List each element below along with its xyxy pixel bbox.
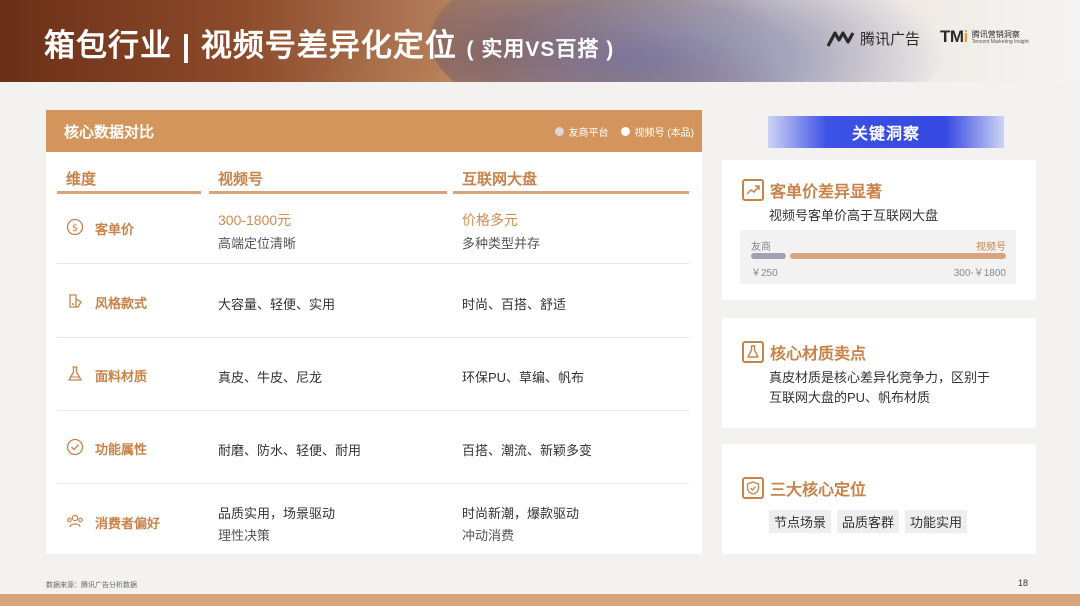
legend-item-competitor: 友商平台 bbox=[554, 124, 609, 139]
data-source-note: 数据来源：腾讯广告分析数据 bbox=[46, 582, 137, 589]
tmi-logo: TMi 腾讯营销洞察 Tencent Marketing Insight bbox=[940, 27, 1029, 46]
page-number: 18 bbox=[1018, 578, 1029, 588]
insight-text: 真皮材质是核心差异化竞争力，区别于 互联网大盘的PU、帆布材质 bbox=[769, 370, 991, 405]
comparison-card-header: 核心数据对比 友商平台 视频号 (本品) bbox=[46, 110, 702, 152]
users-icon bbox=[67, 514, 83, 528]
dollar-icon: $ bbox=[66, 218, 84, 236]
legend-item-video: 视频号 (本品) bbox=[620, 124, 694, 139]
insight-card-price: 客单价差异显著 视频号客单价高于互联网大盘 友商 视频号 ￥250 300-￥1… bbox=[722, 160, 1036, 300]
trend-up-icon bbox=[742, 179, 764, 201]
tag: 品质客群 bbox=[837, 510, 900, 533]
insight-text: 视频号客单价高于互联网大盘 bbox=[769, 208, 939, 223]
column-header-market: 互联网大盘 bbox=[453, 168, 689, 194]
tag-list: 节点场景 品质客群 功能实用 bbox=[769, 510, 968, 533]
video-price-bar bbox=[790, 253, 1006, 259]
insight-card-material: 核心材质卖点 真皮材质是核心差异化竞争力，区别于 互联网大盘的PU、帆布材质 bbox=[722, 318, 1036, 428]
insight-title: 客单价差异显著 bbox=[770, 184, 883, 201]
check-circle-icon bbox=[66, 438, 84, 456]
bottom-accent-bar bbox=[0, 594, 1080, 606]
comparison-card: 核心数据对比 友商平台 视频号 (本品) 维度 视频号 互联网大盘 $ 客单价 … bbox=[46, 110, 702, 554]
insights-title: 关键洞察 bbox=[768, 116, 1004, 148]
tencent-ads-logo: 腾讯广告 bbox=[826, 28, 920, 49]
page-subtitle: ( 实用VS百搭 ) bbox=[466, 38, 615, 61]
insight-title: 核心材质卖点 bbox=[770, 346, 867, 363]
tag: 节点场景 bbox=[769, 510, 832, 533]
comparison-title: 核心数据对比 bbox=[64, 123, 155, 141]
column-header-video: 视频号 bbox=[209, 168, 447, 194]
shield-check-icon bbox=[742, 477, 764, 499]
legend-dot-icon bbox=[620, 127, 630, 136]
table-row: 面料材质 真皮、牛皮、尼龙 环保PU、草编、帆布 bbox=[57, 338, 689, 411]
table-row: 消费者偏好 品质实用，场景驱动 理性决策 时尚新潮，爆款驱动 冲动消费 bbox=[57, 484, 689, 554]
page-title: 箱包行业 | 视频号差异化定位 ( 实用VS百搭 ) bbox=[44, 28, 615, 63]
competitor-price-bar bbox=[751, 253, 786, 259]
page-header: 箱包行业 | 视频号差异化定位 ( 实用VS百搭 ) 腾讯广告 TMi 腾讯营销… bbox=[0, 0, 1080, 82]
table-row: $ 客单价 300-1800元 高端定位清晰 价格多元 多种类型并存 bbox=[57, 198, 689, 264]
insight-card-positioning: 三大核心定位 节点场景 品质客群 功能实用 bbox=[722, 444, 1036, 554]
tmi-logo-mark: TMi bbox=[940, 27, 968, 46]
legend-dot-icon bbox=[554, 127, 564, 136]
insight-title: 三大核心定位 bbox=[770, 482, 867, 499]
tag: 功能实用 bbox=[905, 510, 968, 533]
legend: 友商平台 视频号 (本品) bbox=[554, 124, 694, 139]
price-compare-box: 友商 视频号 ￥250 300-￥1800 bbox=[740, 230, 1016, 284]
svg-text:$: $ bbox=[72, 223, 78, 234]
tencent-ads-mark-icon bbox=[826, 30, 855, 47]
style-icon bbox=[69, 294, 82, 308]
flask-icon bbox=[742, 341, 764, 363]
flask-icon bbox=[68, 366, 82, 381]
table-row: 风格款式 大容量、轻便、实用 时尚、百搭、舒适 bbox=[57, 264, 689, 338]
table-row: 功能属性 耐磨、防水、轻便、耐用 百搭、潮流、新颖多变 bbox=[57, 411, 689, 484]
column-header-dimension: 维度 bbox=[57, 168, 201, 194]
